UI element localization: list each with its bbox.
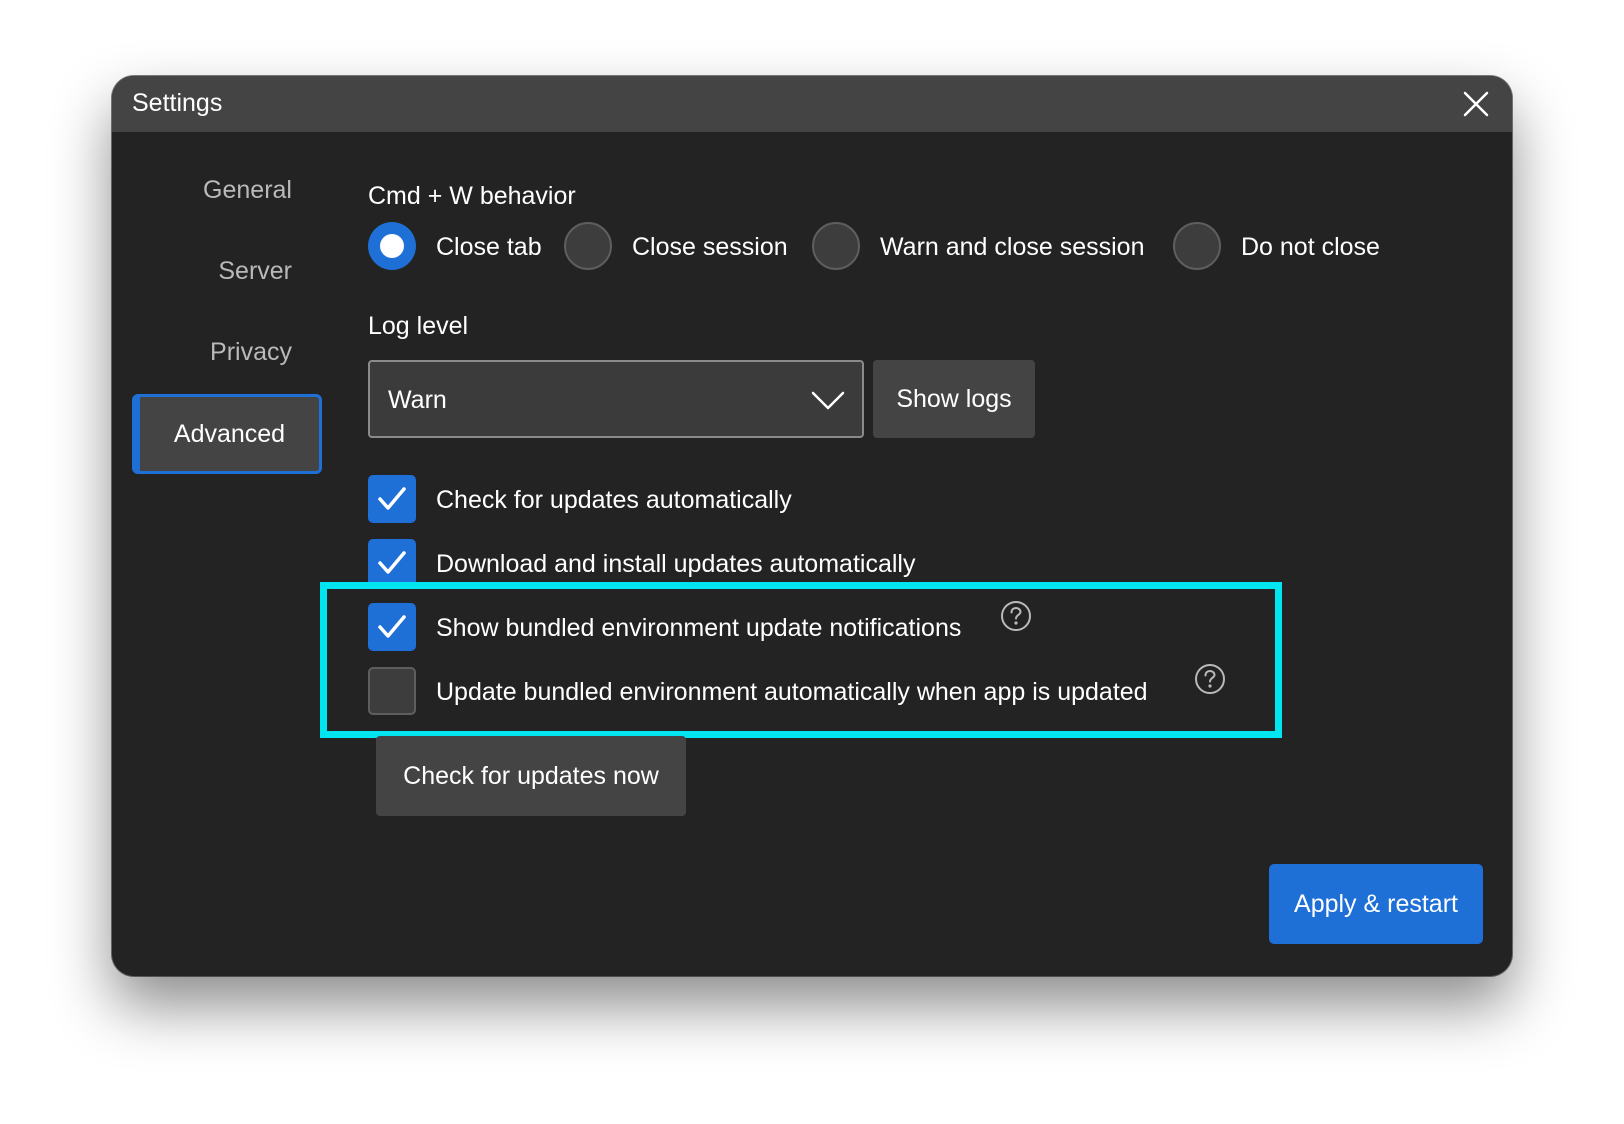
help-icon[interactable] xyxy=(1194,663,1226,695)
checkbox-check-updates[interactable] xyxy=(368,475,416,523)
log-level-label: Log level xyxy=(368,312,469,340)
checkbox-bundled-notifications-label[interactable]: Show bundled environment update notifica… xyxy=(436,614,961,643)
checkbox-bundled-auto-update[interactable] xyxy=(368,667,416,715)
window-title: Settings xyxy=(132,89,223,117)
checkbox-bundled-notifications[interactable] xyxy=(368,603,416,651)
radio-warn-close-session-label[interactable]: Warn and close session xyxy=(880,233,1144,262)
radio-do-not-close-label[interactable]: Do not close xyxy=(1241,233,1380,262)
radio-close-tab[interactable] xyxy=(368,222,416,270)
checkbox-check-updates-label[interactable]: Check for updates automatically xyxy=(436,486,792,515)
apply-restart-button[interactable]: Apply & restart xyxy=(1269,864,1483,944)
highlight-box xyxy=(320,582,1282,738)
log-level-select[interactable]: Warn xyxy=(368,360,864,438)
checkmark-icon xyxy=(378,551,406,574)
close-icon xyxy=(1463,91,1489,117)
checkbox-download-install-label[interactable]: Download and install updates automatical… xyxy=(436,550,915,579)
checkmark-icon xyxy=(378,487,406,510)
radio-warn-close-session[interactable] xyxy=(812,222,860,270)
checkmark-icon xyxy=(378,615,406,638)
checkbox-bundled-auto-update-label[interactable]: Update bundled environment automatically… xyxy=(436,678,1148,707)
close-button[interactable] xyxy=(1460,88,1492,120)
radio-close-tab-label[interactable]: Close tab xyxy=(436,233,542,262)
radio-close-session[interactable] xyxy=(564,222,612,270)
settings-window: Settings General Server Privacy Advanced… xyxy=(112,76,1512,976)
chevron-down-icon xyxy=(811,391,845,410)
title-bar: Settings xyxy=(112,76,1512,132)
check-updates-now-button[interactable]: Check for updates now xyxy=(376,736,686,816)
cmdw-section-label: Cmd + W behavior xyxy=(368,182,576,210)
checkbox-download-install[interactable] xyxy=(368,539,416,587)
radio-close-session-label[interactable]: Close session xyxy=(632,233,788,262)
sidebar-item-advanced[interactable]: Advanced xyxy=(132,394,322,474)
radio-do-not-close[interactable] xyxy=(1173,222,1221,270)
show-logs-button[interactable]: Show logs xyxy=(873,360,1035,438)
sidebar-item-general[interactable]: General xyxy=(112,176,292,205)
sidebar-item-server[interactable]: Server xyxy=(112,257,292,286)
help-icon[interactable] xyxy=(1000,600,1032,632)
sidebar-item-privacy[interactable]: Privacy xyxy=(112,338,292,367)
log-level-value: Warn xyxy=(388,386,447,414)
